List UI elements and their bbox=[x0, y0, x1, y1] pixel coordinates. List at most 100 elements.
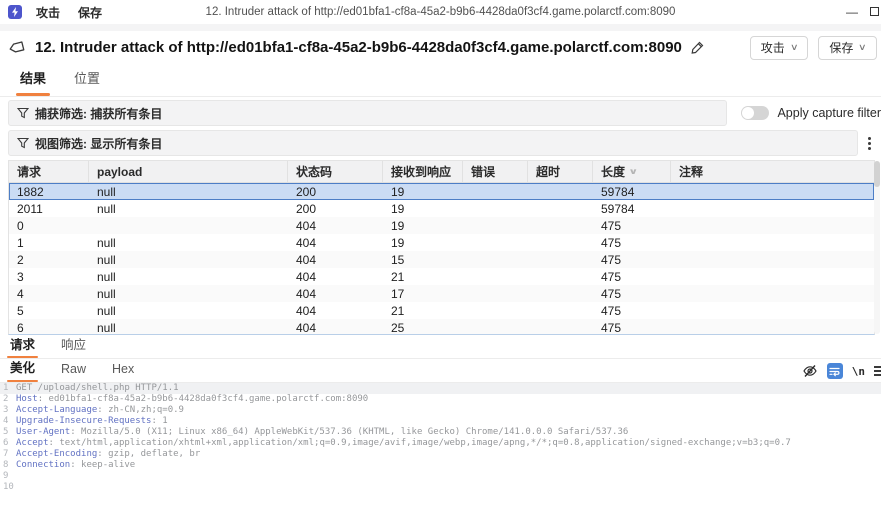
line-number: 7 bbox=[0, 449, 16, 460]
apply-capture-filter-toggle[interactable] bbox=[741, 106, 769, 120]
tab-request[interactable]: 请求 bbox=[10, 334, 35, 358]
tab-raw[interactable]: Raw bbox=[61, 362, 86, 382]
code-line: 8Connection: keep-alive bbox=[0, 460, 881, 471]
table-row[interactable]: 2011null2001959784 bbox=[9, 200, 874, 217]
table-cell: 404 bbox=[288, 319, 383, 335]
code-text: Accept: text/html,application/xhtml+xml,… bbox=[16, 438, 881, 449]
view-filter-row: 视图筛选: 显示所有条目 bbox=[0, 130, 881, 156]
view-filter-input[interactable]: 视图筛选: 显示所有条目 bbox=[8, 130, 858, 156]
table-row[interactable]: 3null40421475 bbox=[9, 268, 874, 285]
code-text: Host: ed01bfa1-cf8a-45a2-b9b6-4428da0f3c… bbox=[16, 394, 881, 405]
chevron-down-icon: ∨ bbox=[858, 42, 867, 53]
tab-hex[interactable]: Hex bbox=[112, 362, 134, 382]
column-header[interactable]: 注释 bbox=[671, 161, 874, 182]
table-cell: 404 bbox=[288, 234, 383, 251]
table-row[interactable]: 040419475 bbox=[9, 217, 874, 234]
code-line: 3Accept-Language: zh-CN,zh;q=0.9 bbox=[0, 405, 881, 416]
table-cell: 25 bbox=[383, 319, 463, 335]
table-cell bbox=[463, 285, 528, 302]
table-cell: 21 bbox=[383, 302, 463, 319]
table-cell: 404 bbox=[288, 217, 383, 234]
table-row[interactable]: 5null40421475 bbox=[9, 302, 874, 319]
editor-toolbar: 美化 Raw Hex \n bbox=[0, 359, 881, 383]
table-cell bbox=[671, 268, 874, 285]
line-number: 6 bbox=[0, 438, 16, 449]
table-cell bbox=[671, 217, 874, 234]
title-bar: 攻击 保存 12. Intruder attack of http://ed01… bbox=[0, 0, 881, 24]
table-cell: 404 bbox=[288, 268, 383, 285]
save-button[interactable]: 保存∨ bbox=[818, 36, 877, 60]
table-cell bbox=[463, 319, 528, 335]
table-row[interactable]: 2null40415475 bbox=[9, 251, 874, 268]
table-cell: 475 bbox=[593, 217, 671, 234]
word-wrap-icon[interactable] bbox=[827, 363, 843, 379]
tab-results[interactable]: 结果 bbox=[20, 68, 46, 96]
code-line: 1GET /upload/shell.php HTTP/1.1 bbox=[0, 383, 881, 394]
line-number: 2 bbox=[0, 394, 16, 405]
maximize-button[interactable] bbox=[867, 5, 881, 19]
menu-attack[interactable]: 攻击 bbox=[36, 4, 60, 21]
table-cell: 6 bbox=[9, 319, 89, 335]
code-text bbox=[16, 482, 881, 493]
table-row[interactable]: 1882null2001959784 bbox=[9, 183, 874, 200]
table-cell: 1882 bbox=[9, 183, 89, 200]
table-cell bbox=[671, 319, 874, 335]
table-cell: 19 bbox=[383, 200, 463, 217]
back-icon[interactable] bbox=[8, 39, 25, 56]
table-cell bbox=[463, 183, 528, 200]
table-cell bbox=[528, 234, 593, 251]
window-title: 12. Intruder attack of http://ed01bfa1-c… bbox=[0, 6, 881, 18]
code-line: 5User-Agent: Mozilla/5.0 (X11; Linux x86… bbox=[0, 427, 881, 438]
tab-positions[interactable]: 位置 bbox=[74, 68, 100, 96]
menu-bar: 攻击 保存 bbox=[36, 4, 102, 21]
capture-filter-input[interactable]: 捕获筛选: 捕获所有条目 bbox=[8, 100, 727, 126]
column-header[interactable]: 长度∨ bbox=[593, 161, 671, 182]
column-header[interactable]: 状态码 bbox=[288, 161, 383, 182]
table-cell bbox=[528, 285, 593, 302]
table-menu-icon[interactable] bbox=[864, 135, 875, 152]
minimize-button[interactable]: — bbox=[837, 5, 867, 19]
newline-icon[interactable]: \n bbox=[852, 365, 865, 378]
table-cell: 404 bbox=[288, 251, 383, 268]
menu-save[interactable]: 保存 bbox=[78, 4, 102, 21]
table-cell: 5 bbox=[9, 302, 89, 319]
tab-response[interactable]: 响应 bbox=[61, 334, 86, 358]
table-cell bbox=[671, 302, 874, 319]
column-header[interactable]: 超时 bbox=[528, 161, 593, 182]
attack-button[interactable]: 攻击∨ bbox=[750, 36, 809, 60]
edit-title-icon[interactable] bbox=[690, 40, 705, 55]
capture-filter-row: 捕获筛选: 捕获所有条目 Apply capture filter bbox=[0, 100, 881, 126]
editor-menu-icon[interactable] bbox=[874, 366, 881, 376]
table-cell: 475 bbox=[593, 251, 671, 268]
table-row[interactable]: 6null40425475 bbox=[9, 319, 874, 335]
table-cell: 19 bbox=[383, 217, 463, 234]
column-header[interactable]: payload bbox=[89, 161, 288, 182]
line-number: 1 bbox=[0, 383, 16, 394]
table-row[interactable]: 4null40417475 bbox=[9, 285, 874, 302]
column-header[interactable]: 请求 bbox=[9, 161, 89, 182]
table-cell: 475 bbox=[593, 234, 671, 251]
hide-icon[interactable] bbox=[802, 363, 818, 379]
code-line: 6Accept: text/html,application/xhtml+xml… bbox=[0, 438, 881, 449]
line-number: 3 bbox=[0, 405, 16, 416]
table-cell: 2 bbox=[9, 251, 89, 268]
code-text bbox=[16, 471, 881, 482]
table-scrollbar[interactable] bbox=[874, 161, 880, 334]
code-line: 10 bbox=[0, 482, 881, 493]
table-row[interactable]: 1null40419475 bbox=[9, 234, 874, 251]
funnel-icon bbox=[17, 137, 29, 149]
code-text: GET /upload/shell.php HTTP/1.1 bbox=[16, 383, 881, 394]
table-cell bbox=[528, 302, 593, 319]
request-response-tabs: 请求 响应 bbox=[0, 338, 881, 359]
table-cell: 404 bbox=[288, 285, 383, 302]
table-cell bbox=[89, 217, 288, 234]
editor-icons: \n bbox=[802, 363, 881, 382]
column-header[interactable]: 错误 bbox=[463, 161, 528, 182]
table-cell bbox=[671, 234, 874, 251]
table-cell: null bbox=[89, 251, 288, 268]
page-title: 12. Intruder attack of http://ed01bfa1-c… bbox=[35, 39, 682, 56]
request-editor[interactable]: 1GET /upload/shell.php HTTP/1.12Host: ed… bbox=[0, 383, 881, 506]
tab-pretty[interactable]: 美化 bbox=[10, 357, 35, 382]
column-header[interactable]: 接收到响应 bbox=[383, 161, 463, 182]
table-cell bbox=[528, 319, 593, 335]
